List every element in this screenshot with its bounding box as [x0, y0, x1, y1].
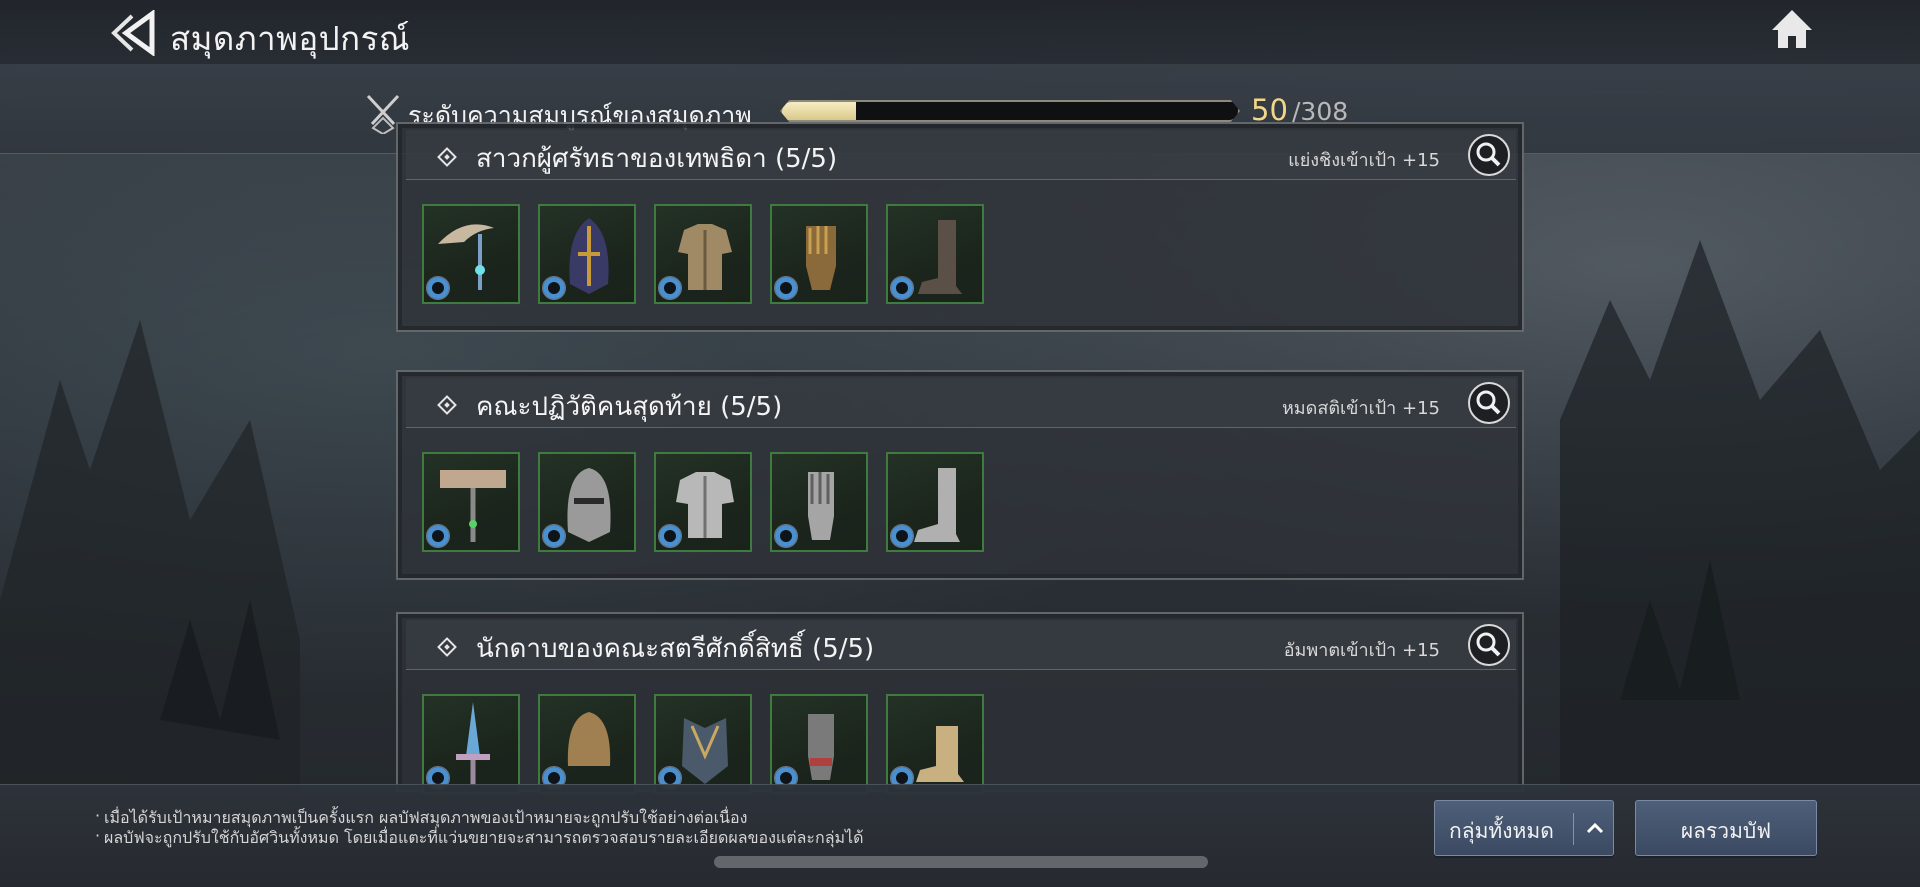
item-slot-armor[interactable] — [654, 204, 752, 304]
collection-title: สาวกผู้ศรัทธาของเทพธิดา (5/5) — [476, 144, 838, 174]
grade-badge-icon — [542, 276, 566, 300]
grade-badge-icon — [890, 276, 914, 300]
collection-panel: นักดาบของคณะสตรีศักดิ์สิทธิ์ (5/5) อัมพา… — [396, 612, 1524, 794]
item-slot-helmet[interactable] — [538, 452, 636, 552]
total-buff-button[interactable]: ผลรวมบัฟ — [1635, 800, 1817, 856]
magnifier-icon — [1476, 142, 1501, 167]
collection-title: คณะปฏิวัติคนสุดท้าย (5/5) — [476, 392, 783, 422]
grade-badge-icon — [542, 524, 566, 548]
magnifier-button[interactable] — [1468, 134, 1510, 176]
back-button[interactable] — [106, 9, 158, 57]
home-button[interactable] — [1768, 6, 1816, 54]
item-slot-hammer[interactable] — [422, 452, 520, 552]
collection-header: สาวกผู้ศรัทธาของเทพธิดา (5/5) แย่งชิงเข้… — [406, 130, 1516, 180]
item-slot-gloves[interactable] — [770, 452, 868, 552]
collection-header: คณะปฏิวัติคนสุดท้าย (5/5) หมดสติเข้าเป้า… — [406, 378, 1516, 428]
all-groups-button[interactable]: กลุ่มทั้งหมด — [1434, 800, 1614, 856]
item-slot-axe[interactable] — [422, 204, 520, 304]
chevron-up-icon[interactable] — [1583, 816, 1607, 840]
diamond-bullet-icon — [437, 637, 457, 657]
item-slot-boots[interactable] — [886, 204, 984, 304]
collection-header: นักดาบของคณะสตรีศักดิ์สิทธิ์ (5/5) อัมพา… — [406, 620, 1516, 670]
total-buff-label: ผลรวมบัฟ — [1680, 819, 1772, 843]
completion-progress-fill — [782, 102, 856, 120]
item-slot-helmet[interactable] — [538, 204, 636, 304]
collection-title: นักดาบของคณะสตรีศักดิ์สิทธิ์ (5/5) — [476, 634, 875, 664]
all-groups-label: กลุ่มทั้งหมด — [1449, 819, 1554, 843]
item-slot-armor[interactable] — [654, 694, 752, 794]
item-slot-boots[interactable] — [886, 694, 984, 794]
page-title: สมุดภาพอุปกรณ์ — [170, 19, 410, 58]
grade-badge-icon — [774, 524, 798, 548]
collection-bonus: หมดสติเข้าเป้า +15 — [1281, 398, 1440, 419]
magnifier-icon — [1476, 390, 1501, 415]
item-slot-sword[interactable] — [422, 694, 520, 794]
item-slot-gloves[interactable] — [770, 694, 868, 794]
completion-progress-bar — [780, 100, 1240, 122]
item-slot-helmet[interactable] — [538, 694, 636, 794]
collection-bonus: แย่งชิงเข้าเป้า +15 — [1288, 150, 1440, 171]
grade-badge-icon — [658, 276, 682, 300]
collection-panel: สาวกผู้ศรัทธาของเทพธิดา (5/5) แย่งชิงเข้… — [396, 122, 1524, 332]
diamond-bullet-icon — [437, 395, 457, 415]
scrollbar-handle[interactable] — [714, 856, 1208, 868]
grade-badge-icon — [890, 524, 914, 548]
footer-note: ผลบัฟจะถูกปรับใช้กับอัศวินทั้งหมด โดยเมื… — [95, 826, 863, 851]
collection-bonus: อัมพาตเข้าเป้า +15 — [1283, 640, 1440, 661]
grade-badge-icon — [774, 276, 798, 300]
diamond-bullet-icon — [437, 147, 457, 167]
item-slot-armor[interactable] — [654, 452, 752, 552]
double-chevron-left-icon — [111, 9, 155, 57]
item-slot-boots[interactable] — [886, 452, 984, 552]
grade-badge-icon — [426, 276, 450, 300]
grade-badge-icon — [658, 524, 682, 548]
magnifier-button[interactable] — [1468, 624, 1510, 666]
magnifier-icon — [1476, 632, 1501, 657]
home-icon — [1772, 10, 1812, 48]
collection-panel: คณะปฏิวัติคนสุดท้าย (5/5) หมดสติเข้าเป้า… — [396, 370, 1524, 580]
magnifier-button[interactable] — [1468, 382, 1510, 424]
grade-badge-icon — [426, 524, 450, 548]
item-slot-gloves[interactable] — [770, 204, 868, 304]
button-divider — [1573, 813, 1574, 845]
